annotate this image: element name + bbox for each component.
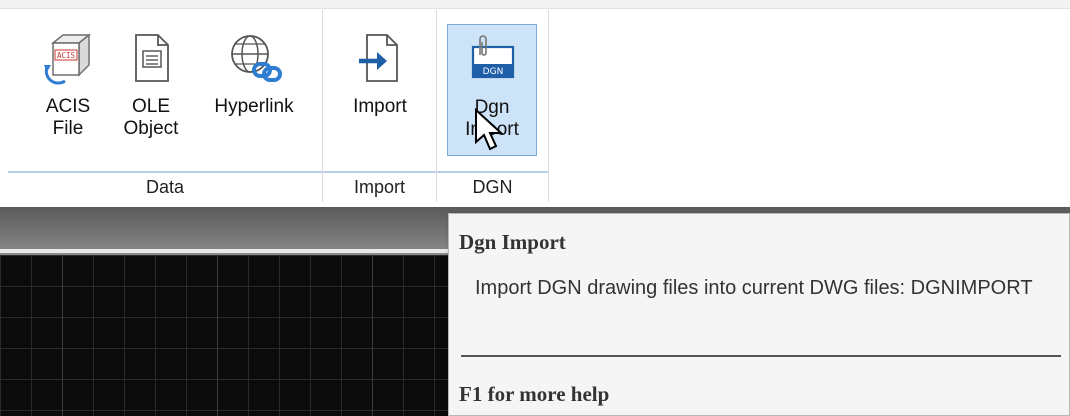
ole-object-button[interactable]: OLE Object bbox=[114, 24, 188, 156]
ribbon-top-border bbox=[0, 0, 1070, 9]
svg-text:ACIS: ACIS bbox=[57, 51, 76, 60]
dgn-import-icon: DGN bbox=[464, 31, 520, 87]
hyperlink-label: Hyperlink bbox=[214, 96, 294, 117]
group-separator bbox=[548, 10, 549, 202]
grid-major-line bbox=[62, 255, 63, 416]
svg-text:DGN: DGN bbox=[483, 67, 504, 77]
mouse-cursor-icon bbox=[475, 108, 504, 151]
tooltip-help: F1 for more help bbox=[459, 382, 610, 406]
ole-object-icon bbox=[123, 30, 179, 86]
tooltip: Dgn Import Import DGN drawing files into… bbox=[448, 213, 1070, 416]
group-separator bbox=[436, 10, 437, 202]
grid-major-line bbox=[372, 255, 373, 416]
acis-file-button[interactable]: ACIS ACIS File bbox=[30, 24, 106, 156]
tooltip-title: Dgn Import bbox=[459, 230, 566, 254]
tooltip-description: Import DGN drawing files into current DW… bbox=[475, 277, 1033, 299]
group-separator bbox=[322, 10, 323, 202]
tooltip-divider bbox=[461, 355, 1061, 357]
ribbon: ACIS ACIS File OLE Object Hyperlink Impo… bbox=[0, 0, 1070, 203]
acis-file-icon: ACIS bbox=[40, 30, 96, 86]
group-line-data bbox=[8, 171, 322, 173]
group-line-dgn bbox=[437, 171, 548, 173]
group-title-dgn: DGN bbox=[472, 177, 513, 197]
group-title-data: Data bbox=[145, 177, 185, 197]
hyperlink-button[interactable]: Hyperlink bbox=[198, 24, 310, 156]
acis-file-label: ACIS File bbox=[45, 96, 91, 139]
import-button[interactable]: Import bbox=[334, 24, 426, 156]
hyperlink-icon bbox=[226, 30, 282, 86]
grid-major-line bbox=[217, 255, 218, 416]
ole-object-label: OLE Object bbox=[123, 96, 179, 139]
group-title-import: Import bbox=[353, 177, 405, 197]
import-label: Import bbox=[353, 96, 407, 117]
group-line-import bbox=[323, 171, 436, 173]
import-icon bbox=[352, 30, 408, 86]
